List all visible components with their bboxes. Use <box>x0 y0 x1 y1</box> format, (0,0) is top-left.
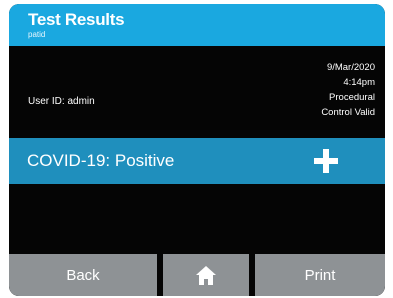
result-row-covid[interactable]: COVID-19: Positive <box>9 138 385 184</box>
test-date: 9/Mar/2020 <box>326 62 375 73</box>
home-button[interactable] <box>163 254 249 296</box>
control-valid-label: Control Valid <box>321 107 375 118</box>
plus-icon <box>314 149 338 173</box>
result-label: COVID-19: Positive <box>27 151 175 170</box>
home-icon <box>196 265 216 285</box>
back-button[interactable]: Back <box>9 254 157 296</box>
back-button-label: Back <box>66 266 100 284</box>
patient-id: patid <box>28 30 46 39</box>
procedural-label: Procedural <box>329 92 375 103</box>
page-title: Test Results <box>28 10 125 29</box>
info-panel: User ID: admin 9/Mar/2020 4:14pm Procedu… <box>9 46 385 138</box>
footer-buttons: Back Print <box>9 254 385 296</box>
title-bar: Test Results patid <box>9 4 385 46</box>
test-metadata: 9/Mar/2020 4:14pm Procedural Control Val… <box>321 60 375 120</box>
print-button[interactable]: Print <box>255 254 385 296</box>
print-button-label: Print <box>304 266 336 284</box>
user-id-label: User ID: admin <box>28 96 95 107</box>
device-screen: Test Results patid User ID: admin 9/Mar/… <box>9 4 385 296</box>
test-time: 4:14pm <box>343 77 375 88</box>
empty-area <box>9 184 385 254</box>
